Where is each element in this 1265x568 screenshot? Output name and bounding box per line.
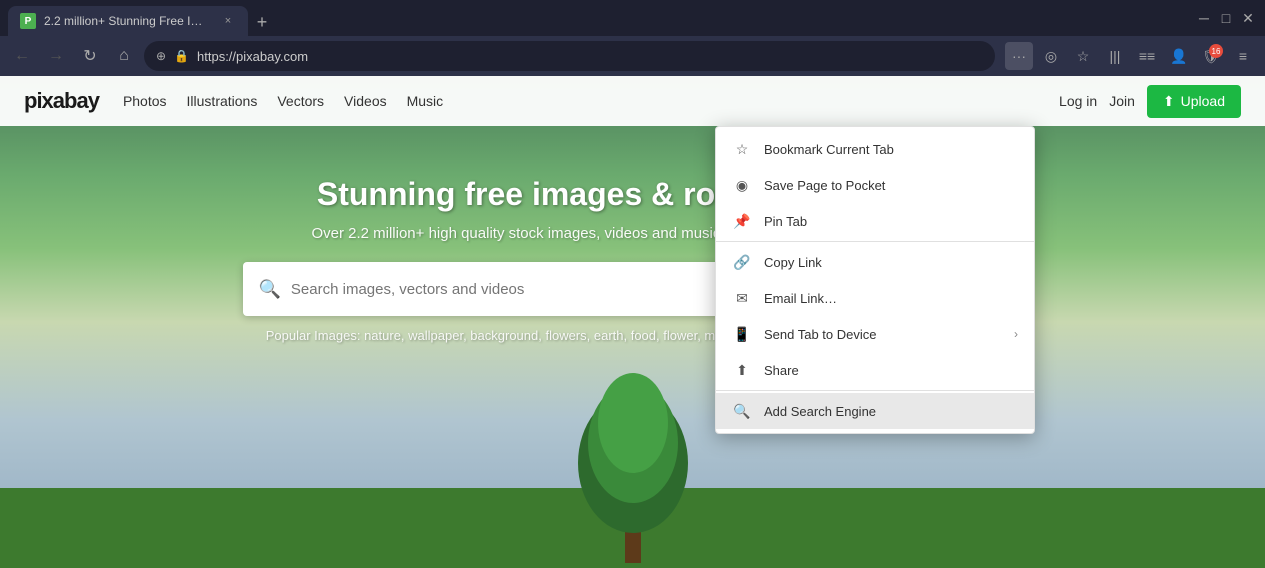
pin-menu-icon: 📌 — [732, 211, 752, 231]
nav-actions: Log in Join ⬆ Upload — [1059, 85, 1241, 118]
send-tab-icon: 📱 — [732, 324, 752, 344]
nav-link-vectors[interactable]: Vectors — [277, 93, 324, 109]
pocket-icon: ◎ — [1045, 48, 1057, 65]
menu-item-bookmark[interactable]: ☆ Bookmark Current Tab — [716, 131, 1034, 167]
active-tab[interactable]: P 2.2 million+ Stunning Free Ima... × — [8, 6, 248, 36]
back-button[interactable]: ← — [8, 42, 36, 70]
join-button[interactable]: Join — [1109, 93, 1135, 109]
submenu-arrow-icon: › — [1014, 327, 1018, 341]
star-icon: ☆ — [1077, 48, 1090, 65]
pocket-menu-icon: ◉ — [732, 175, 752, 195]
url-text: https://pixabay.com — [197, 49, 983, 64]
new-tab-button[interactable]: + — [248, 8, 276, 36]
tab-title: 2.2 million+ Stunning Free Ima... — [44, 14, 212, 28]
tree-svg — [543, 363, 723, 563]
menu-item-send-tab[interactable]: 📱 Send Tab to Device › — [716, 316, 1034, 352]
menu-item-pocket[interactable]: ◉ Save Page to Pocket — [716, 167, 1034, 203]
tab-close-button[interactable]: × — [220, 13, 236, 29]
history-icon: ||| — [1110, 48, 1121, 64]
nav-link-illustrations[interactable]: Illustrations — [187, 93, 258, 109]
forward-button[interactable]: → — [42, 42, 70, 70]
url-bar[interactable]: ⊕ 🔒 https://pixabay.com — [144, 41, 995, 71]
main-menu-button[interactable]: ≡ — [1229, 42, 1257, 70]
close-window-button[interactable]: ✕ — [1239, 9, 1257, 27]
lock-icon: 🔒 — [174, 49, 189, 63]
hero-title: Stunning free images & royalty free stoc… — [20, 176, 1245, 213]
more-options-button[interactable]: ··· — [1005, 42, 1033, 70]
nav-link-videos[interactable]: Videos — [344, 93, 387, 109]
tree-decoration — [543, 363, 723, 568]
bookmark-button[interactable]: ☆ — [1069, 42, 1097, 70]
menu-item-copy-link[interactable]: 🔗 Copy Link — [716, 244, 1034, 280]
login-button[interactable]: Log in — [1059, 93, 1097, 109]
email-menu-icon: ✉ — [732, 288, 752, 308]
page-content: pixabay Photos Illustrations Vectors Vid… — [0, 76, 1265, 568]
account-button[interactable]: 👤 — [1165, 42, 1193, 70]
browser-frame: P 2.2 million+ Stunning Free Ima... × + … — [0, 0, 1265, 568]
home-button[interactable]: ⌂ — [110, 42, 138, 70]
pocket-button[interactable]: ◎ — [1037, 42, 1065, 70]
pixabay-page: pixabay Photos Illustrations Vectors Vid… — [0, 76, 1265, 568]
hero-subtitle: Over 2.2 million+ high quality stock ima… — [20, 225, 1245, 242]
reader-mode-button[interactable]: ≡≡ — [1133, 42, 1161, 70]
title-bar: P 2.2 million+ Stunning Free Ima... × + … — [0, 0, 1265, 36]
history-button[interactable]: ||| — [1101, 42, 1129, 70]
nav-link-music[interactable]: Music — [407, 93, 444, 109]
menu-separator-1 — [716, 241, 1034, 242]
tab-favicon: P — [20, 13, 36, 29]
site-navbar: pixabay Photos Illustrations Vectors Vid… — [0, 76, 1265, 126]
extensions-button[interactable]: 🛡 16 — [1197, 42, 1225, 70]
nav-link-photos[interactable]: Photos — [123, 93, 167, 109]
minimize-button[interactable]: ─ — [1195, 9, 1213, 27]
bookmark-menu-icon: ☆ — [732, 139, 752, 159]
nav-links: Photos Illustrations Vectors Videos Musi… — [123, 93, 1035, 109]
window-controls: ─ □ ✕ — [1195, 9, 1257, 27]
upload-button[interactable]: ⬆ Upload — [1147, 85, 1241, 118]
hero-section: Stunning free images & royalty free stoc… — [0, 126, 1265, 363]
context-menu: ☆ Bookmark Current Tab ◉ Save Page to Po… — [715, 126, 1035, 434]
menu-item-share[interactable]: ⬆ Share — [716, 352, 1034, 388]
account-icon: 👤 — [1170, 48, 1187, 65]
popular-tags: Popular Images: nature, wallpaper, backg… — [20, 328, 1245, 343]
tab-area: P 2.2 million+ Stunning Free Ima... × + — [8, 0, 1183, 36]
toolbar-icons: ··· ◎ ☆ ||| ≡≡ 👤 🛡 16 ≡ — [1005, 42, 1257, 70]
maximize-button[interactable]: □ — [1217, 9, 1235, 27]
menu-item-add-search[interactable]: 🔍 Add Search Engine — [716, 393, 1034, 429]
menu-item-email[interactable]: ✉ Email Link… — [716, 280, 1034, 316]
add-search-icon: 🔍 — [732, 401, 752, 421]
site-logo[interactable]: pixabay — [24, 88, 99, 114]
menu-separator-2 — [716, 390, 1034, 391]
refresh-button[interactable]: ↻ — [76, 42, 104, 70]
shield-icon: ⊕ — [156, 49, 166, 63]
upload-icon: ⬆ — [1163, 93, 1175, 110]
extensions-badge: 16 — [1209, 44, 1223, 58]
address-bar: ← → ↻ ⌂ ⊕ 🔒 https://pixabay.com ··· ◎ ☆ … — [0, 36, 1265, 76]
share-menu-icon: ⬆ — [732, 360, 752, 380]
menu-item-pin[interactable]: 📌 Pin Tab — [716, 203, 1034, 239]
reader-icon: ≡≡ — [1139, 48, 1155, 64]
copy-link-icon: 🔗 — [732, 252, 752, 272]
search-icon: 🔍 — [259, 279, 281, 300]
